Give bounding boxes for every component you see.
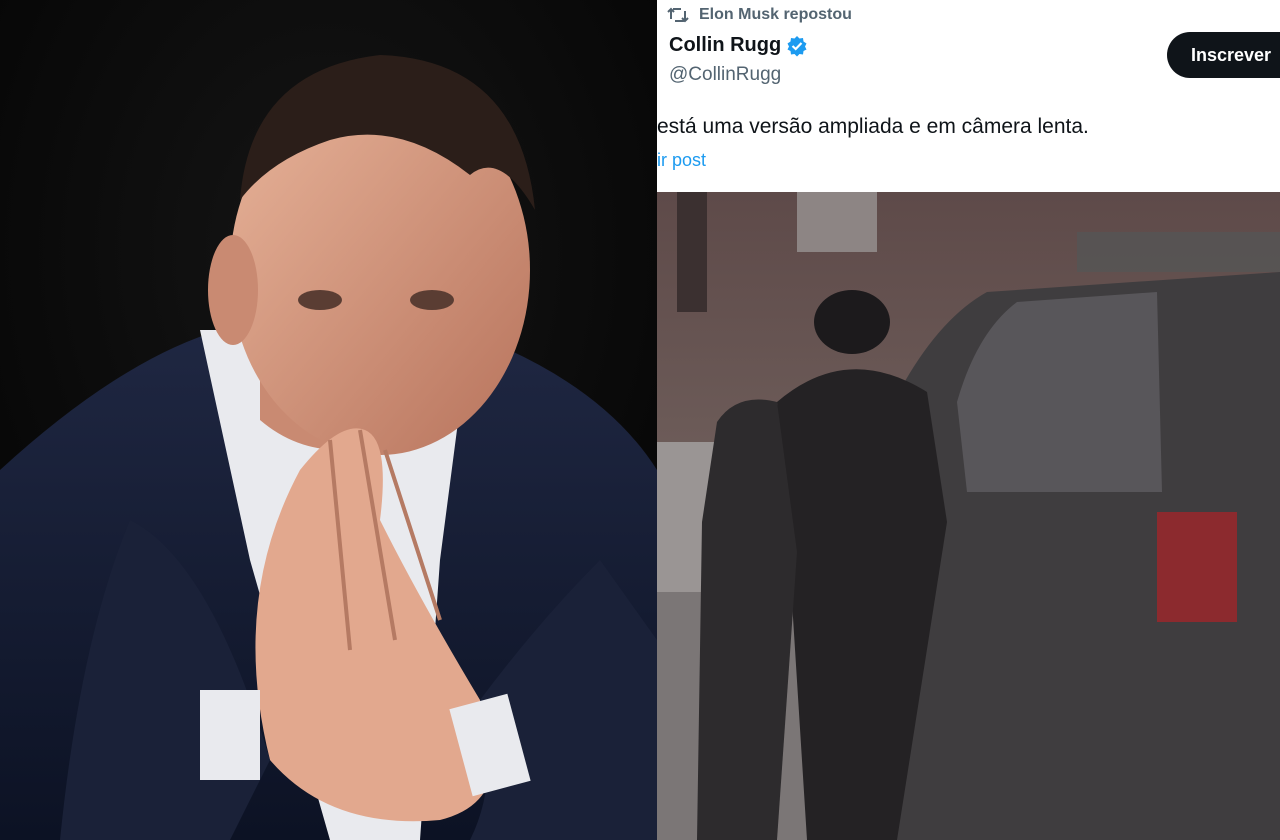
left-photo	[0, 0, 657, 840]
verified-badge-icon	[786, 35, 808, 57]
repost-indicator: Elon Musk repostou	[667, 4, 852, 26]
translate-post-link[interactable]: ir post	[657, 150, 706, 171]
portrait-image	[0, 0, 657, 840]
author-name-row[interactable]: Collin Rugg	[669, 34, 808, 57]
author-handle[interactable]: @CollinRugg	[669, 64, 781, 86]
video-player[interactable]	[657, 192, 1280, 840]
repost-icon	[667, 6, 689, 24]
author-name[interactable]: Collin Rugg	[669, 34, 781, 57]
subscribe-button[interactable]: Inscrever	[1167, 32, 1280, 78]
video-still	[657, 192, 1280, 840]
repost-text: Elon Musk repostou	[699, 6, 852, 23]
tweet-text: está uma versão ampliada e em câmera len…	[657, 115, 1089, 138]
tweet-panel: Elon Musk repostou Collin Rugg @CollinRu…	[657, 0, 1280, 840]
